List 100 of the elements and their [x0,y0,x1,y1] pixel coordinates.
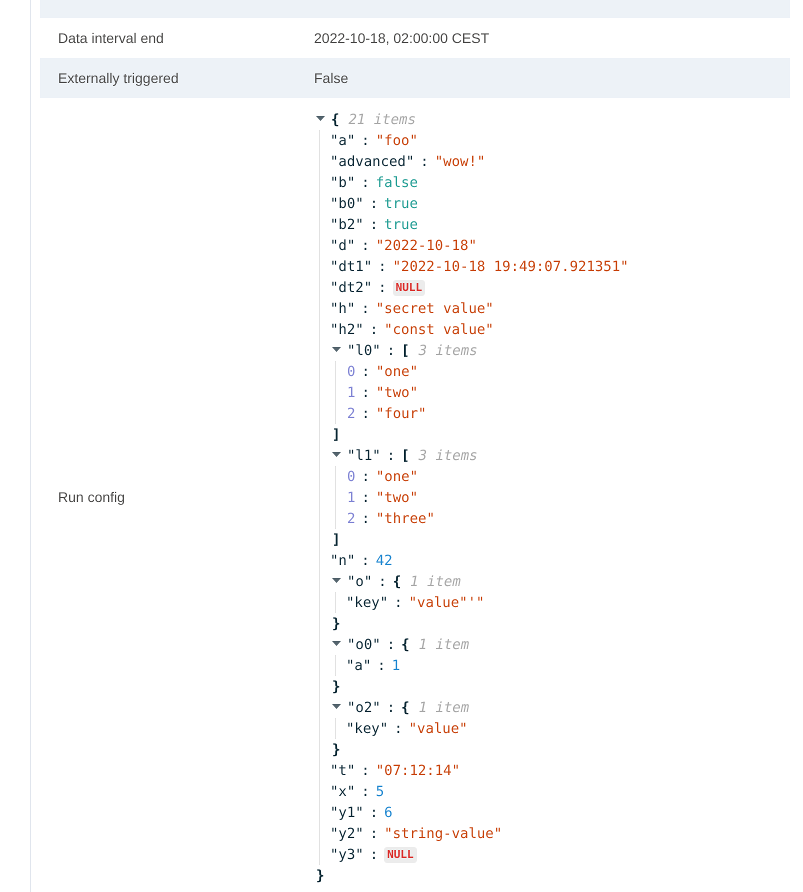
caret-icon[interactable] [332,641,341,646]
item-count: 1 item [418,700,470,716]
string-value: "2022-10-18" [376,238,477,254]
json-key: "y2" [330,826,364,842]
colon-separator: : [394,720,403,736]
number-value: 42 [376,552,393,568]
item-count: 21 items [348,112,416,128]
json-key: "y3" [330,846,364,862]
opening-brace: { [401,636,410,652]
string-value: "two" [376,384,418,400]
json-key: "o2" [347,700,381,716]
opening-brace: { [392,574,402,590]
colon-separator: : [394,594,403,610]
closing-brace: } [332,678,340,694]
json-key: "a" [330,132,356,148]
closing-brace: } [316,868,324,884]
string-value: "three" [376,510,435,526]
json-key: "y1" [330,804,364,820]
string-value: "const value" [384,322,494,338]
json-key: "dt1" [330,258,372,274]
json-key: "a" [346,658,372,674]
colon-separator: : [361,468,370,484]
array-index: 0 [347,364,356,380]
opening-bracket: [ [401,342,410,358]
number-value: 6 [384,804,393,820]
caret-icon[interactable] [332,452,341,457]
array-index: 1 [347,490,356,506]
number-value: 1 [392,658,400,674]
string-value: "wow!" [434,154,486,170]
colon-separator: : [370,322,378,338]
caret-icon[interactable] [332,704,341,709]
item-count: 1 item [410,574,461,590]
json-key: "dt2" [330,280,372,296]
colon-separator: : [378,280,387,296]
json-key: "x" [330,784,356,800]
json-key: "d" [330,238,356,254]
json-key: "b2" [330,216,364,232]
item-count: 3 items [418,448,478,464]
string-value: "value" [408,720,468,736]
string-value: "two" [376,490,418,506]
opening-brace: { [331,112,340,128]
colon-separator: : [361,510,370,526]
item-count: 1 item [418,636,470,652]
colon-separator: : [370,804,378,820]
caret-icon[interactable] [332,347,341,352]
colon-separator: : [361,300,370,316]
string-value: "2022-10-18 19:49:07.921351" [392,258,629,274]
row-label: Run config [58,489,125,505]
json-key: "l0" [347,342,381,358]
closing-brace: } [332,616,340,632]
colon-separator: : [370,196,378,212]
json-key: "t" [330,762,356,778]
colon-separator: : [361,238,370,254]
colon-separator: : [361,364,370,380]
row-label: Data interval end [58,30,164,46]
array-index: 0 [347,468,356,484]
item-count: 3 items [418,342,478,358]
row-label: Externally triggered [58,70,179,86]
colon-separator: : [361,132,370,148]
colon-separator: : [370,216,378,232]
null-badge: NULL [384,846,417,862]
array-index: 1 [347,384,356,400]
opening-brace: { [401,700,410,716]
colon-separator: : [386,700,396,716]
colon-separator: : [361,174,370,190]
boolean-value: false [376,174,418,190]
null-badge: NULL [392,280,426,296]
json-key: "o0" [347,636,381,652]
json-key: "key" [346,720,388,736]
string-value: "07:12:14" [376,762,460,778]
closing-bracket: ] [332,426,340,442]
colon-separator: : [361,406,370,422]
colon-separator: : [377,658,386,674]
colon-separator: : [361,384,370,400]
array-index: 2 [347,510,356,526]
colon-separator: : [370,826,378,842]
json-key: "advanced" [330,154,414,170]
colon-separator: : [378,574,387,590]
json-key: "l1" [347,448,381,464]
string-value: "four" [376,406,426,422]
json-key: "b0" [330,196,364,212]
colon-separator: : [361,762,370,778]
caret-icon[interactable] [316,116,325,121]
array-index: 2 [347,406,356,422]
row-value: False [314,70,348,86]
boolean-value: true [384,196,418,212]
string-value: "one" [376,364,418,380]
caret-icon[interactable] [332,578,341,583]
string-value: "string-value" [384,826,502,842]
colon-separator: : [386,448,396,464]
string-value: "secret value" [376,300,494,316]
colon-separator: : [386,636,396,652]
colon-separator: : [378,258,387,274]
colon-separator: : [420,154,429,170]
boolean-value: true [384,216,418,232]
json-key: "b" [330,174,356,190]
colon-separator: : [361,552,370,568]
string-value: "one" [376,468,418,484]
json-key: "o" [347,574,372,590]
colon-separator: : [370,846,378,862]
